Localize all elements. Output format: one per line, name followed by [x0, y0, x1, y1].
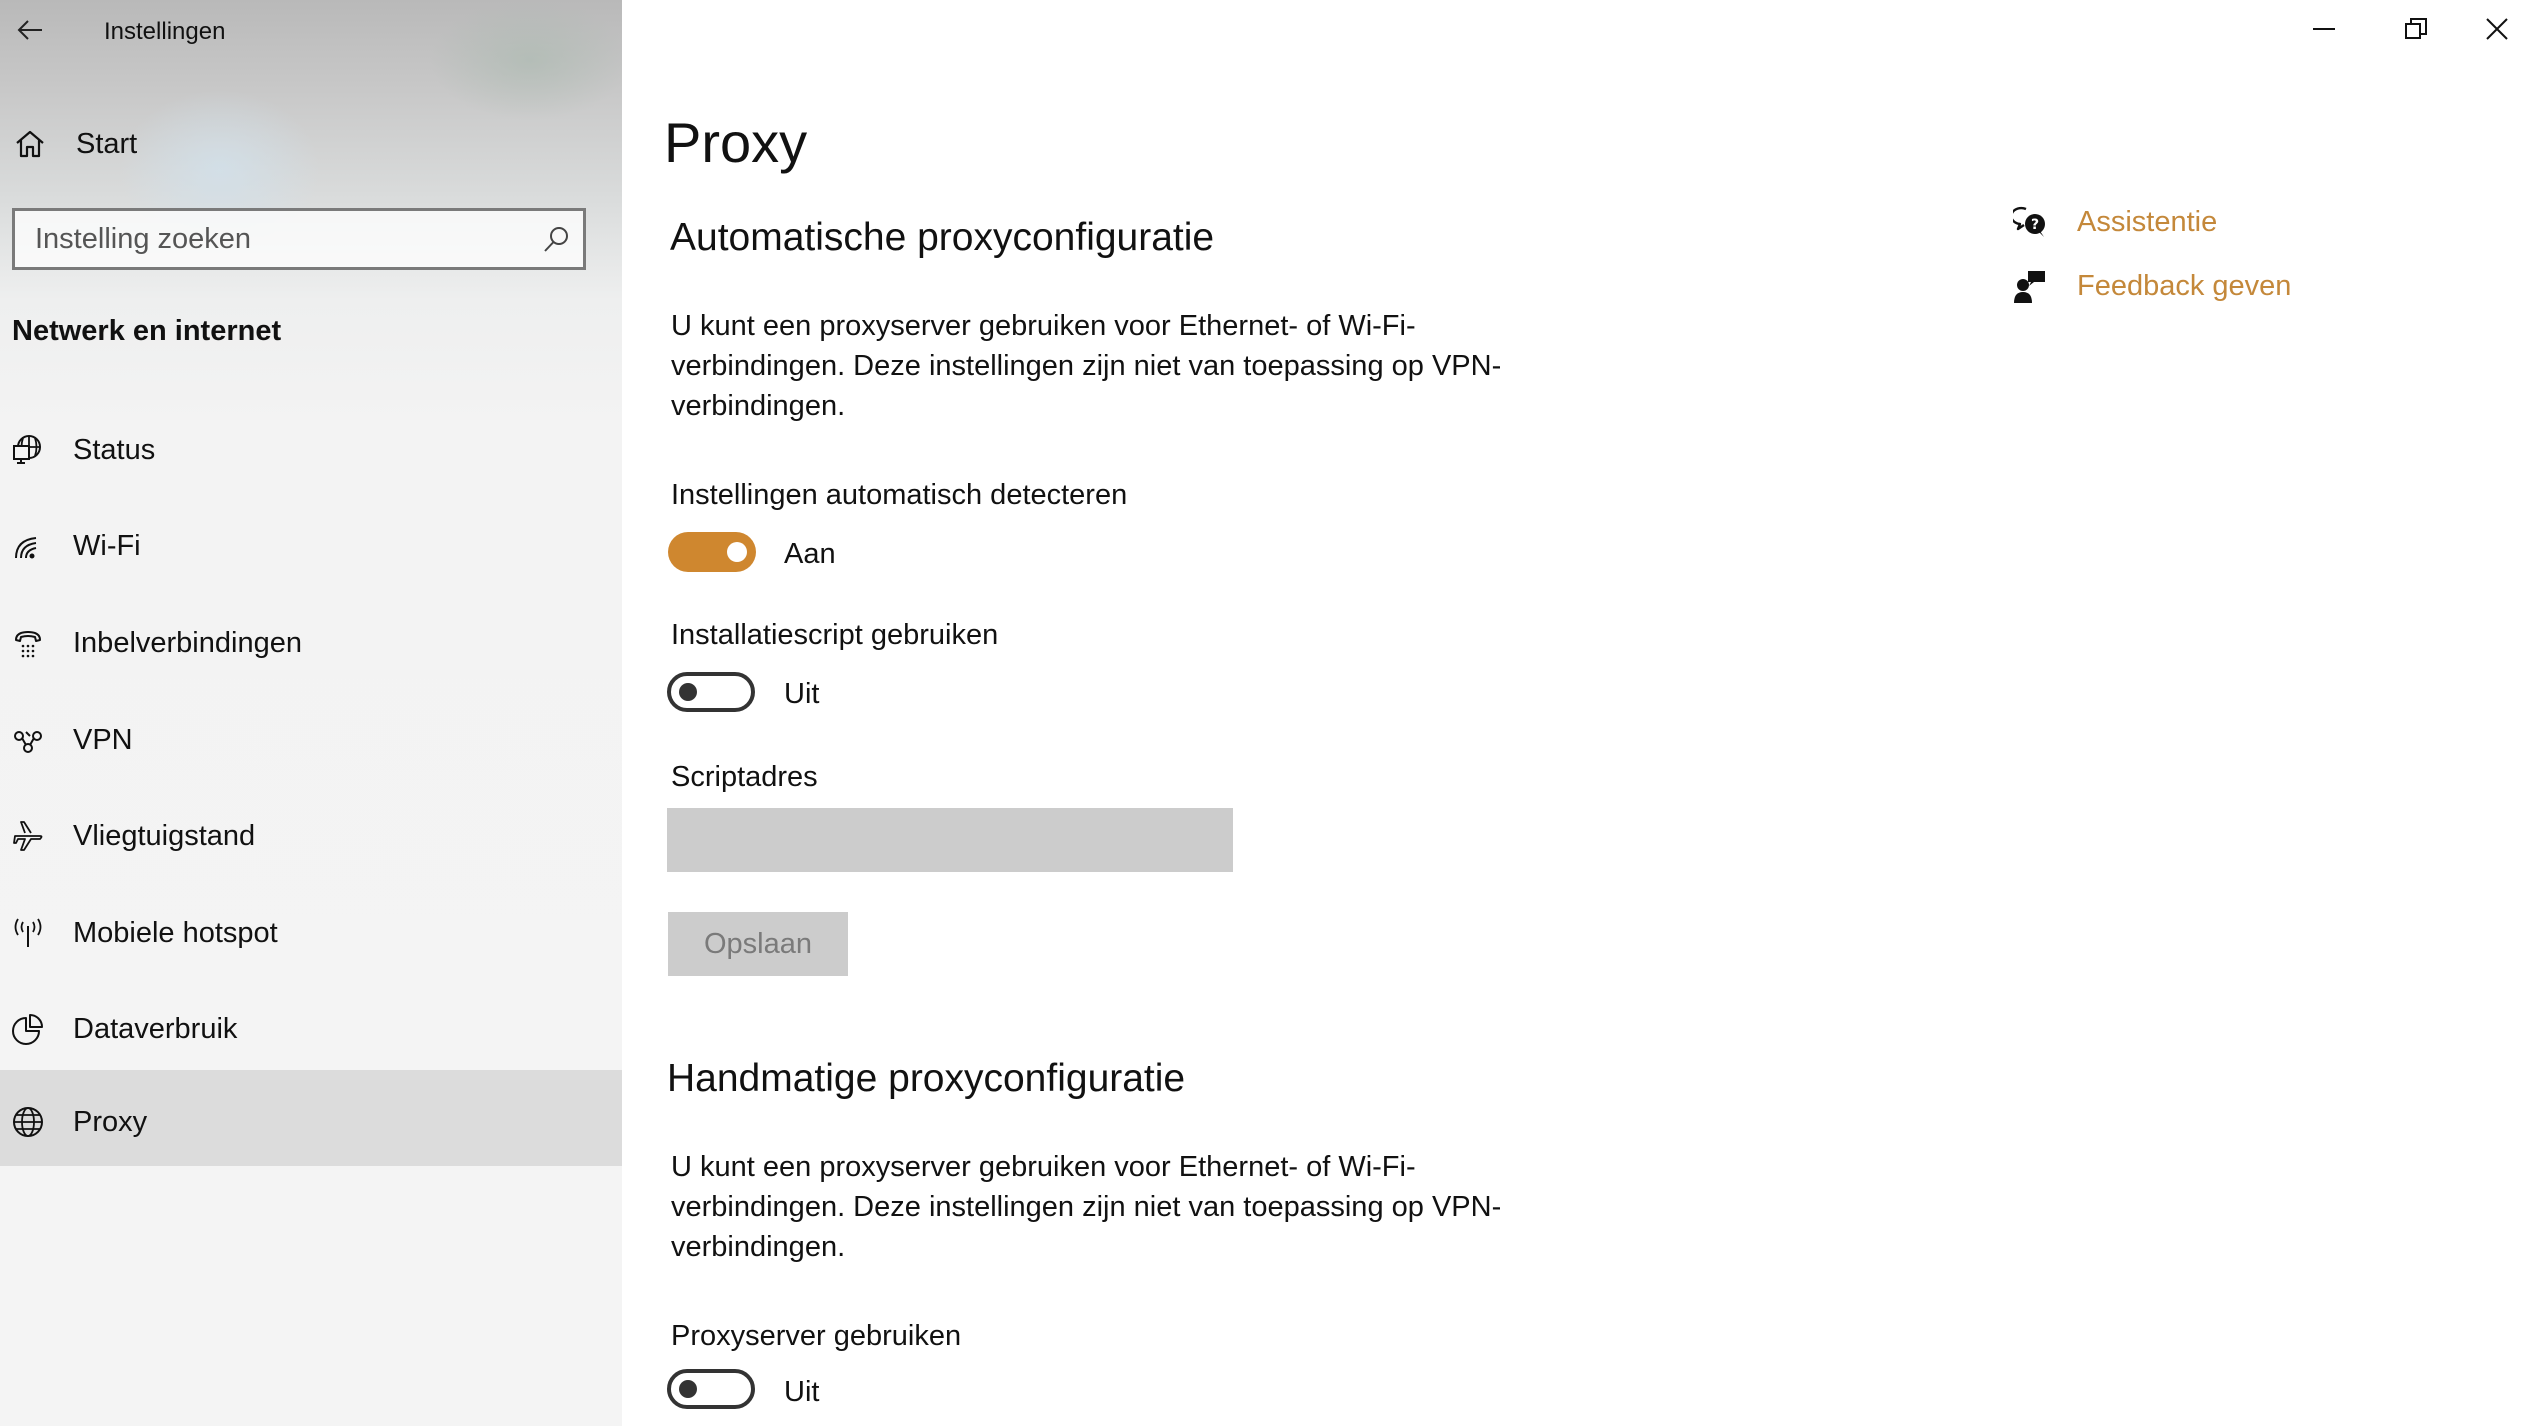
sidebar-item-label: VPN	[73, 724, 133, 756]
close-button[interactable]	[2462, 0, 2532, 58]
back-button[interactable]	[10, 10, 50, 50]
auto-proxy-heading: Automatische proxyconfiguratie	[670, 216, 1215, 259]
manual-proxy-description: U kunt een proxyserver gebruiken voor Et…	[671, 1147, 1571, 1267]
auto-detect-state: Aan	[784, 538, 836, 570]
manual-proxy-heading: Handmatige proxyconfiguratie	[667, 1057, 1186, 1100]
sidebar-item-label: Proxy	[73, 1106, 148, 1138]
vpn-icon	[14, 731, 42, 753]
svg-text:?: ?	[2031, 217, 2039, 233]
sidebar-item-dialup[interactable]: Inbelverbindingen	[0, 595, 622, 691]
globe-icon	[13, 1107, 43, 1137]
app-title: Instellingen	[104, 18, 226, 45]
description-line: U kunt een proxyserver gebruiken voor Et…	[671, 1151, 1416, 1183]
minimize-icon	[2313, 28, 2335, 30]
auto-detect-toggle[interactable]	[668, 532, 756, 572]
dialup-phone-icon	[15, 631, 41, 658]
sidebar-item-airplane[interactable]: Vliegtuigstand	[0, 788, 622, 884]
setup-script-state: Uit	[784, 678, 820, 710]
search-icon[interactable]	[541, 225, 571, 255]
acrylic-highlight	[430, 0, 622, 120]
script-address-input[interactable]	[667, 808, 1233, 872]
close-icon	[2486, 18, 2508, 40]
description-line: verbindingen. Deze instellingen zijn nie…	[671, 350, 1502, 382]
use-proxy-label: Proxyserver gebruiken	[671, 1320, 962, 1352]
sidebar-item-data-usage[interactable]: Dataverbruik	[0, 981, 622, 1077]
sidebar-item-wifi[interactable]: Wi-Fi	[0, 498, 622, 594]
sidebar-item-label: Start	[76, 128, 138, 160]
hotspot-icon	[14, 918, 42, 947]
feedback-link-label[interactable]: Feedback geven	[2077, 266, 2291, 306]
toggle-knob	[679, 683, 697, 701]
help-chat-icon: ?	[2013, 206, 2045, 237]
save-button[interactable]: Opslaan	[668, 912, 848, 976]
search-input[interactable]	[15, 211, 583, 267]
use-proxy-toggle[interactable]	[667, 1369, 755, 1409]
toggle-knob	[679, 1380, 697, 1398]
toggle-knob	[727, 542, 747, 562]
wifi-icon	[15, 537, 37, 559]
sidebar-item-label: Dataverbruik	[73, 1013, 238, 1045]
sidebar-item-proxy[interactable]: Proxy	[0, 1070, 622, 1166]
sidebar-item-label: Vliegtuigstand	[73, 820, 256, 852]
setup-script-toggle[interactable]	[667, 672, 755, 712]
description-line: verbindingen. Deze instellingen zijn nie…	[671, 1191, 1502, 1223]
restore-button[interactable]	[2370, 0, 2462, 58]
assistance-link[interactable]: ? Assistentie	[2013, 200, 2273, 244]
script-address-label: Scriptadres	[671, 761, 818, 793]
feedback-icon	[2014, 271, 2045, 303]
setup-script-label: Installatiescript gebruiken	[671, 619, 999, 651]
sidebar-item-label: Inbelverbindingen	[73, 627, 302, 659]
sidebar-item-status[interactable]: Status	[0, 402, 622, 498]
sidebar-item-label: Status	[73, 434, 156, 466]
home-icon	[16, 130, 44, 158]
sidebar-item-label: Wi-Fi	[73, 530, 141, 562]
section-title: Netwerk en internet	[12, 315, 282, 347]
description-line: verbindingen.	[671, 390, 846, 422]
sidebar-item-label: Mobiele hotspot	[73, 917, 278, 949]
network-status-icon	[13, 435, 41, 464]
airplane-icon	[13, 821, 43, 851]
sidebar-item-hotspot[interactable]: Mobiele hotspot	[0, 885, 622, 981]
sidebar-item-vpn[interactable]: VPN	[0, 692, 622, 788]
minimize-button[interactable]	[2278, 0, 2370, 58]
description-line: U kunt een proxyserver gebruiken voor Et…	[671, 310, 1416, 342]
assistance-link-label[interactable]: Assistentie	[2077, 202, 2217, 242]
restore-icon	[2405, 18, 2427, 39]
page-title: Proxy	[664, 111, 808, 174]
sidebar-item-start[interactable]: Start	[0, 118, 622, 170]
auto-detect-label: Instellingen automatisch detecteren	[671, 479, 1128, 511]
use-proxy-state: Uit	[784, 1376, 820, 1408]
data-usage-icon	[12, 1014, 43, 1045]
description-line: verbindingen.	[671, 1231, 846, 1263]
sidebar: Instellingen Start Netwerk en internet S…	[0, 0, 622, 1426]
back-arrow-icon	[17, 20, 42, 40]
feedback-link[interactable]: Feedback geven	[2013, 264, 2333, 308]
auto-proxy-description: U kunt een proxyserver gebruiken voor Et…	[671, 306, 1571, 426]
search-box[interactable]	[12, 208, 586, 270]
